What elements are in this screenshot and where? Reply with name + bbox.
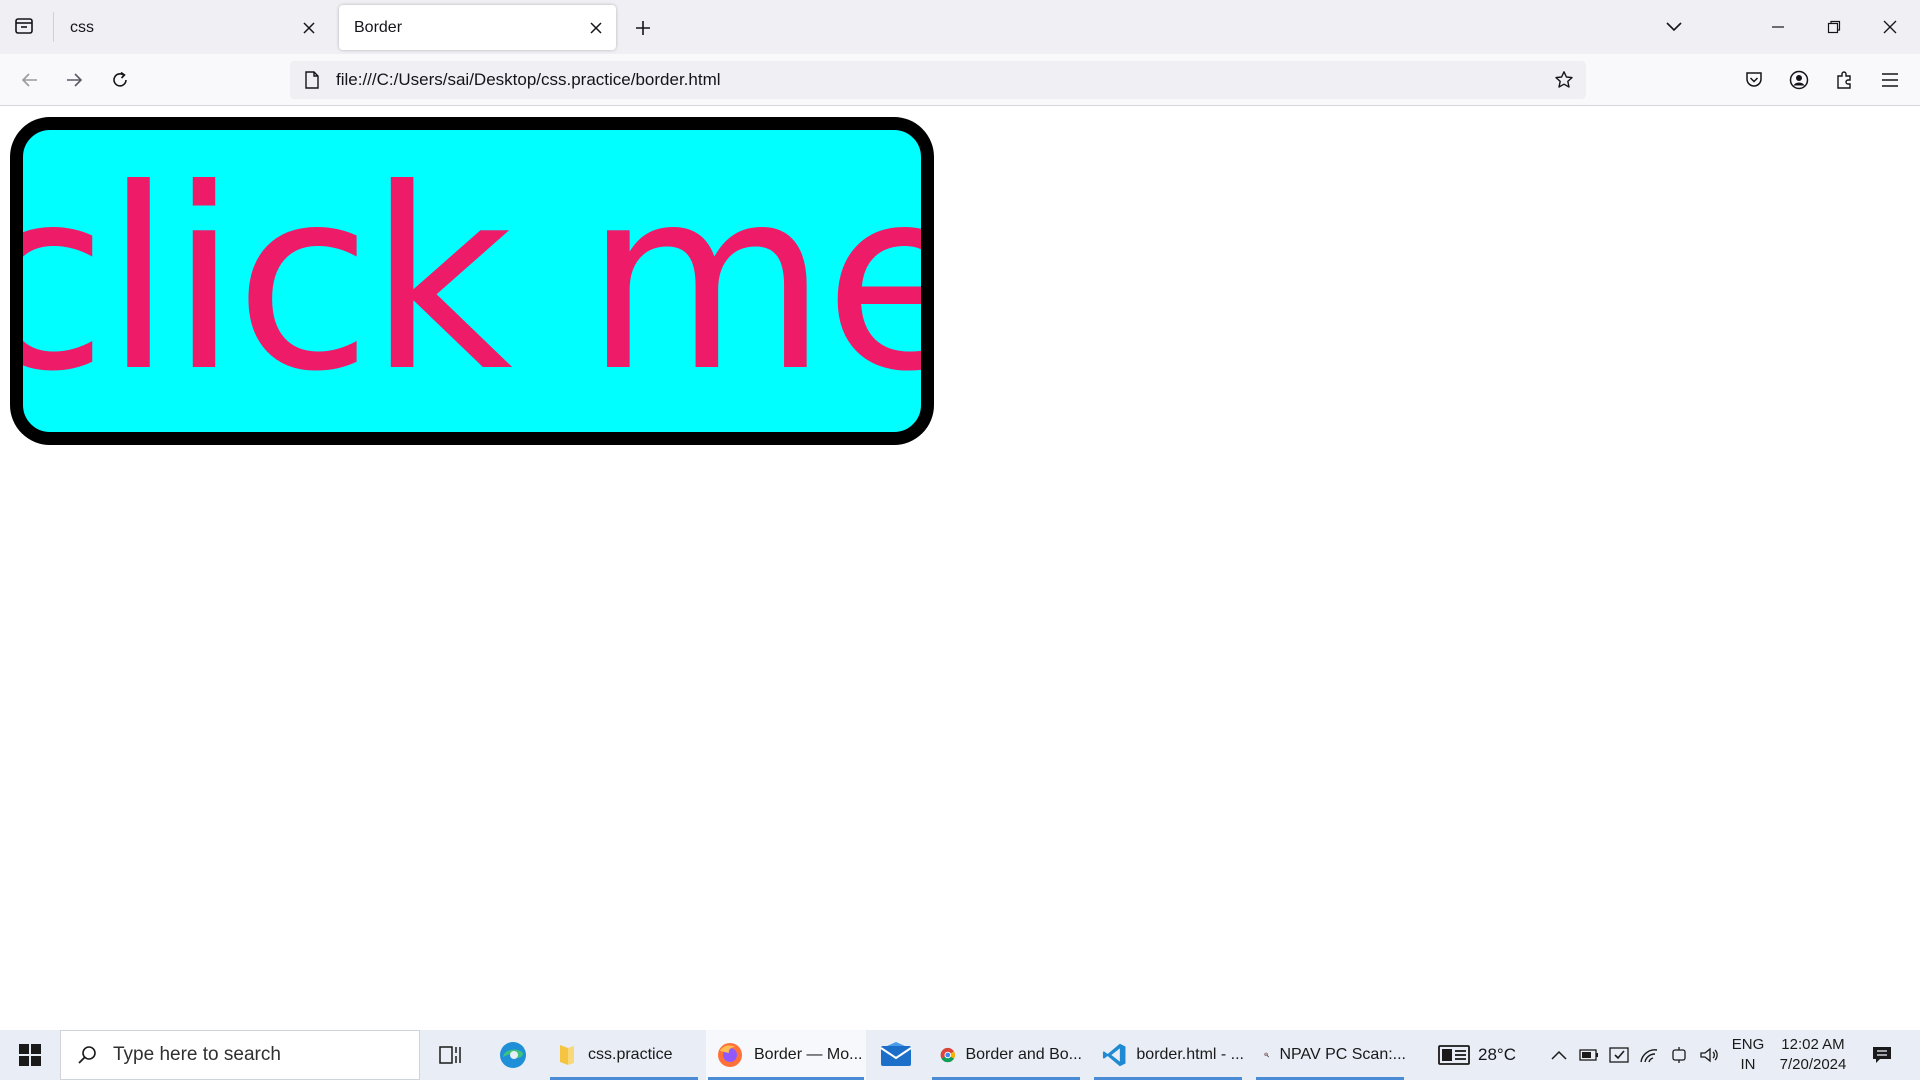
device-tray-button[interactable] (1666, 1030, 1692, 1080)
mail-icon (880, 1042, 912, 1066)
windows-logo-icon (19, 1044, 41, 1066)
show-hidden-icons-button[interactable] (1546, 1030, 1572, 1080)
chrome-icon (940, 1047, 955, 1063)
language-indicator[interactable]: ENG IN (1728, 1035, 1768, 1075)
vscode-icon (1102, 1043, 1126, 1067)
plus-icon (636, 21, 650, 35)
windows-taskbar: Type here to search css.practice Border … (0, 1030, 1920, 1080)
page-content: click me (0, 107, 1920, 1030)
star-icon (1555, 71, 1573, 88)
search-placeholder: Type here to search (113, 1044, 281, 1065)
reload-icon (113, 71, 127, 87)
taskbar-app-label: css.practice (588, 1046, 673, 1063)
weather-widget[interactable]: 28°C (1438, 1030, 1528, 1080)
taskbar-app-label: Border and Bo... (965, 1046, 1082, 1063)
network-button[interactable] (1636, 1030, 1662, 1080)
menu-button[interactable] (1872, 62, 1908, 98)
puzzle-icon (1837, 71, 1851, 89)
tab-title: css (70, 18, 94, 36)
tab-title: Border (354, 18, 403, 36)
url-text[interactable]: file:///C:/Users/sai/Desktop/css.practic… (336, 70, 1546, 90)
minimize-icon (1772, 26, 1784, 28)
task-view-button[interactable] (430, 1030, 470, 1080)
tab-css[interactable]: css (55, 5, 329, 50)
bookmark-star-button[interactable] (1546, 61, 1582, 99)
account-button[interactable] (1781, 62, 1817, 98)
wifi-icon (1640, 1049, 1658, 1063)
volume-button[interactable] (1696, 1030, 1722, 1080)
taskbar-app-label: Border — Mo... (754, 1046, 863, 1063)
click-me-button[interactable]: click me (10, 117, 934, 445)
taskbar-app-label: border.html - ... (1136, 1046, 1244, 1063)
tab-close-button[interactable] (582, 14, 610, 42)
taskbar-app-label: NPAV PC Scan:... (1279, 1046, 1406, 1063)
navigation-toolbar: file:///C:/Users/sai/Desktop/css.practic… (0, 54, 1920, 106)
taskbar-app-vscode[interactable]: border.html - ... (1092, 1030, 1244, 1080)
tab-close-button[interactable] (295, 14, 323, 42)
address-bar[interactable]: file:///C:/Users/sai/Desktop/css.practic… (290, 61, 1586, 99)
shield-check-icon (1609, 1047, 1629, 1063)
arrow-left-icon (21, 73, 37, 87)
taskbar-app-firefox[interactable]: Border — Mo... (706, 1030, 866, 1080)
start-button[interactable] (0, 1030, 60, 1080)
arrow-right-icon (67, 73, 83, 87)
device-icon (1672, 1047, 1686, 1063)
restore-button[interactable] (1806, 0, 1862, 54)
battery-icon (1579, 1049, 1598, 1061)
account-icon (1789, 70, 1809, 90)
list-all-tabs-button[interactable] (1646, 0, 1702, 54)
edge-taskbar-button[interactable] (490, 1030, 536, 1080)
clock-date: 7/20/2024 (1779, 1056, 1847, 1073)
security-tray-button[interactable] (1606, 1030, 1632, 1080)
close-icon (590, 21, 602, 34)
restore-icon (1827, 20, 1841, 34)
back-button[interactable] (12, 62, 48, 98)
tab-strip: css Border (0, 0, 1920, 54)
taskbar-search[interactable]: Type here to search (60, 1030, 420, 1080)
tab-border[interactable]: Border (339, 5, 616, 50)
news-icon (1438, 1045, 1470, 1065)
extensions-button[interactable] (1826, 62, 1862, 98)
taskbar-app-chrome[interactable]: Border and Bo... (930, 1030, 1082, 1080)
notification-icon (1873, 1047, 1891, 1063)
minimize-button[interactable] (1750, 0, 1806, 54)
battery-button[interactable] (1576, 1030, 1602, 1080)
speaker-icon (1700, 1047, 1718, 1063)
clock-time: 12:02 AM (1781, 1036, 1845, 1053)
taskbar-app-npav[interactable]: NPAV PC Scan:... (1254, 1030, 1406, 1080)
forward-button[interactable] (56, 62, 92, 98)
folder-icon (560, 1045, 574, 1065)
clock[interactable]: 12:02 AM 7/20/2024 (1772, 1035, 1854, 1075)
tab-separator (53, 12, 54, 42)
mail-taskbar-button[interactable] (872, 1030, 920, 1080)
firefox-icon (718, 1043, 742, 1067)
taskbar-app-folder[interactable]: css.practice (548, 1030, 700, 1080)
hamburger-icon (1882, 73, 1898, 87)
new-tab-button[interactable] (626, 11, 660, 45)
chevron-up-icon (1551, 1050, 1567, 1060)
firefox-view-button[interactable] (6, 10, 42, 46)
edge-icon (500, 1042, 526, 1068)
reload-button[interactable] (102, 62, 138, 98)
pocket-icon (1746, 72, 1762, 87)
region-code: IN (1740, 1056, 1756, 1073)
firefox-view-icon (14, 16, 34, 41)
close-window-button[interactable] (1862, 0, 1918, 54)
pocket-button[interactable] (1736, 62, 1772, 98)
page-icon[interactable] (294, 61, 330, 99)
language-code: ENG (1731, 1036, 1765, 1053)
search-icon (61, 1030, 113, 1080)
chevron-down-icon (1666, 22, 1682, 32)
npav-icon (1264, 1052, 1270, 1058)
close-icon (1883, 20, 1897, 34)
notifications-button[interactable] (1862, 1030, 1902, 1080)
weather-temp: 28°C (1478, 1045, 1516, 1064)
task-view-icon (439, 1046, 461, 1064)
close-icon (303, 21, 315, 34)
